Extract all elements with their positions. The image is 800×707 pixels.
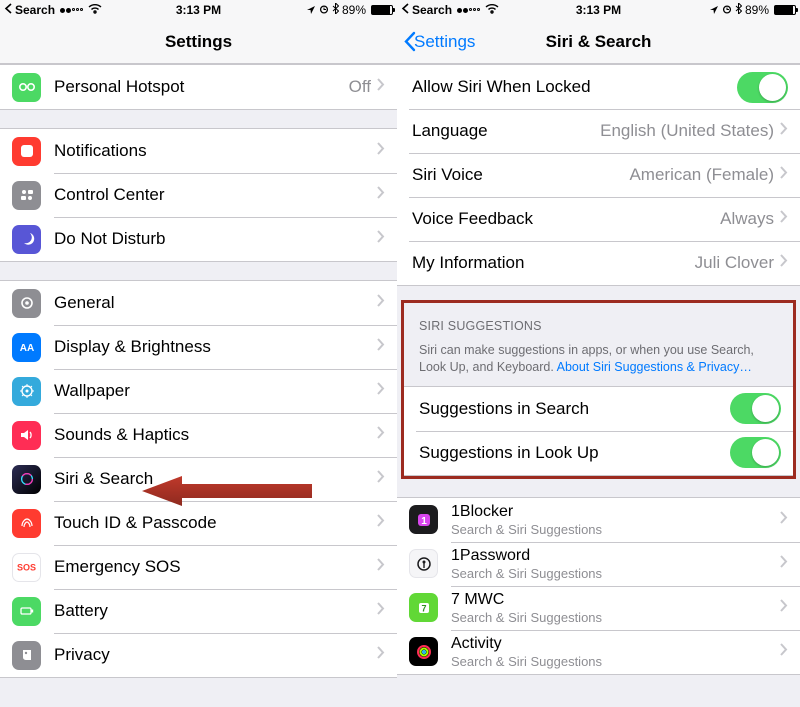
chevron-right-icon <box>377 470 385 488</box>
chevron-right-icon <box>377 602 385 620</box>
notifications-icon <box>12 137 41 166</box>
svg-text:7: 7 <box>421 603 426 613</box>
row-general[interactable]: General <box>0 281 397 325</box>
sos-icon: SOS <box>12 553 41 582</box>
row-suggestions-in-lookup[interactable]: Suggestions in Look Up <box>404 431 793 475</box>
row-display-brightness[interactable]: AA Display & Brightness <box>0 325 397 369</box>
status-bar: Search 3:13 PM 89% <box>397 0 800 20</box>
battery-icon <box>774 5 796 15</box>
nav-bar: Settings Siri & Search <box>397 20 800 64</box>
row-touchid-passcode[interactable]: Touch ID & Passcode <box>0 501 397 545</box>
row-label: Personal Hotspot <box>54 77 349 97</box>
back-label: Settings <box>414 32 475 52</box>
display-icon: AA <box>12 333 41 362</box>
row-suggestions-in-search[interactable]: Suggestions in Search <box>404 387 793 431</box>
chevron-right-icon <box>377 338 385 356</box>
wallpaper-icon <box>12 377 41 406</box>
row-siri-search[interactable]: Siri & Search <box>0 457 397 501</box>
chevron-right-icon <box>780 254 788 272</box>
row-battery[interactable]: Battery <box>0 589 397 633</box>
row-app-1password[interactable]: 1Password Search & Siri Suggestions <box>397 542 800 586</box>
chevron-right-icon <box>377 230 385 248</box>
siri-search-screen: Search 3:13 PM 89% Settings Siri & Searc… <box>397 0 800 707</box>
about-suggestions-link[interactable]: About Siri Suggestions & Privacy… <box>557 360 752 374</box>
section-footer: Siri can make suggestions in apps, or wh… <box>404 339 793 386</box>
section-header: SIRI SUGGESTIONS <box>404 303 793 339</box>
app-icon: 1 <box>409 505 438 534</box>
battery-icon <box>371 5 393 15</box>
row-value: Off <box>349 77 371 97</box>
chevron-right-icon <box>377 382 385 400</box>
touchid-icon <box>12 509 41 538</box>
chevron-right-icon <box>377 646 385 664</box>
battery-icon-tile <box>12 597 41 626</box>
row-allow-siri-locked[interactable]: Allow Siri When Locked <box>397 65 800 109</box>
siri-settings-list[interactable]: Allow Siri When Locked Language English … <box>397 64 800 707</box>
back-button[interactable]: Settings <box>403 31 475 52</box>
svg-text:AA: AA <box>19 343 33 354</box>
toggle-on[interactable] <box>737 72 788 103</box>
settings-screen: Search 3:13 PM 89% Settings Personal Hot… <box>0 0 397 707</box>
chevron-right-icon <box>780 210 788 228</box>
hotspot-icon <box>12 73 41 102</box>
nav-bar: Settings <box>0 20 397 64</box>
row-emergency-sos[interactable]: SOS Emergency SOS <box>0 545 397 589</box>
row-language[interactable]: Language English (United States) <box>397 109 800 153</box>
status-bar: Search 3:13 PM 89% <box>0 0 397 20</box>
toggle-on[interactable] <box>730 393 781 424</box>
row-personal-hotspot[interactable]: Personal Hotspot Off <box>0 65 397 109</box>
chevron-right-icon <box>780 643 788 661</box>
page-title: Settings <box>0 32 397 52</box>
svg-text:1: 1 <box>421 516 427 527</box>
row-privacy[interactable]: Privacy <box>0 633 397 677</box>
chevron-right-icon <box>780 122 788 140</box>
row-sounds-haptics[interactable]: Sounds & Haptics <box>0 413 397 457</box>
row-voice-feedback[interactable]: Voice Feedback Always <box>397 197 800 241</box>
row-app-7mwc[interactable]: 7 7 MWC Search & Siri Suggestions <box>397 586 800 630</box>
chevron-right-icon <box>377 142 385 160</box>
chevron-right-icon <box>780 511 788 529</box>
sounds-icon <box>12 421 41 450</box>
clock: 3:13 PM <box>0 3 397 17</box>
row-wallpaper[interactable]: Wallpaper <box>0 369 397 413</box>
settings-list[interactable]: Personal Hotspot Off Notifications Contr… <box>0 64 397 707</box>
privacy-icon <box>12 641 41 670</box>
row-control-center[interactable]: Control Center <box>0 173 397 217</box>
siri-icon <box>12 465 41 494</box>
chevron-right-icon <box>377 558 385 576</box>
row-app-activity[interactable]: Activity Search & Siri Suggestions <box>397 630 800 674</box>
chevron-right-icon <box>780 166 788 184</box>
gear-icon <box>12 289 41 318</box>
chevron-right-icon <box>377 186 385 204</box>
row-my-information[interactable]: My Information Juli Clover <box>397 241 800 285</box>
app-icon <box>409 549 438 578</box>
chevron-right-icon <box>377 514 385 532</box>
chevron-right-icon <box>377 78 385 96</box>
row-notifications[interactable]: Notifications <box>0 129 397 173</box>
toggle-on[interactable] <box>730 437 781 468</box>
dnd-icon <box>12 225 41 254</box>
row-do-not-disturb[interactable]: Do Not Disturb <box>0 217 397 261</box>
chevron-right-icon <box>780 555 788 573</box>
siri-suggestions-highlight: SIRI SUGGESTIONS Siri can make suggestio… <box>401 300 796 479</box>
svg-text:SOS: SOS <box>17 563 36 573</box>
control-center-icon <box>12 181 41 210</box>
row-siri-voice[interactable]: Siri Voice American (Female) <box>397 153 800 197</box>
chevron-right-icon <box>377 294 385 312</box>
app-icon: 7 <box>409 593 438 622</box>
row-app-1blocker[interactable]: 1 1Blocker Search & Siri Suggestions <box>397 498 800 542</box>
clock: 3:13 PM <box>397 3 800 17</box>
app-icon <box>409 637 438 666</box>
chevron-right-icon <box>780 599 788 617</box>
chevron-right-icon <box>377 426 385 444</box>
